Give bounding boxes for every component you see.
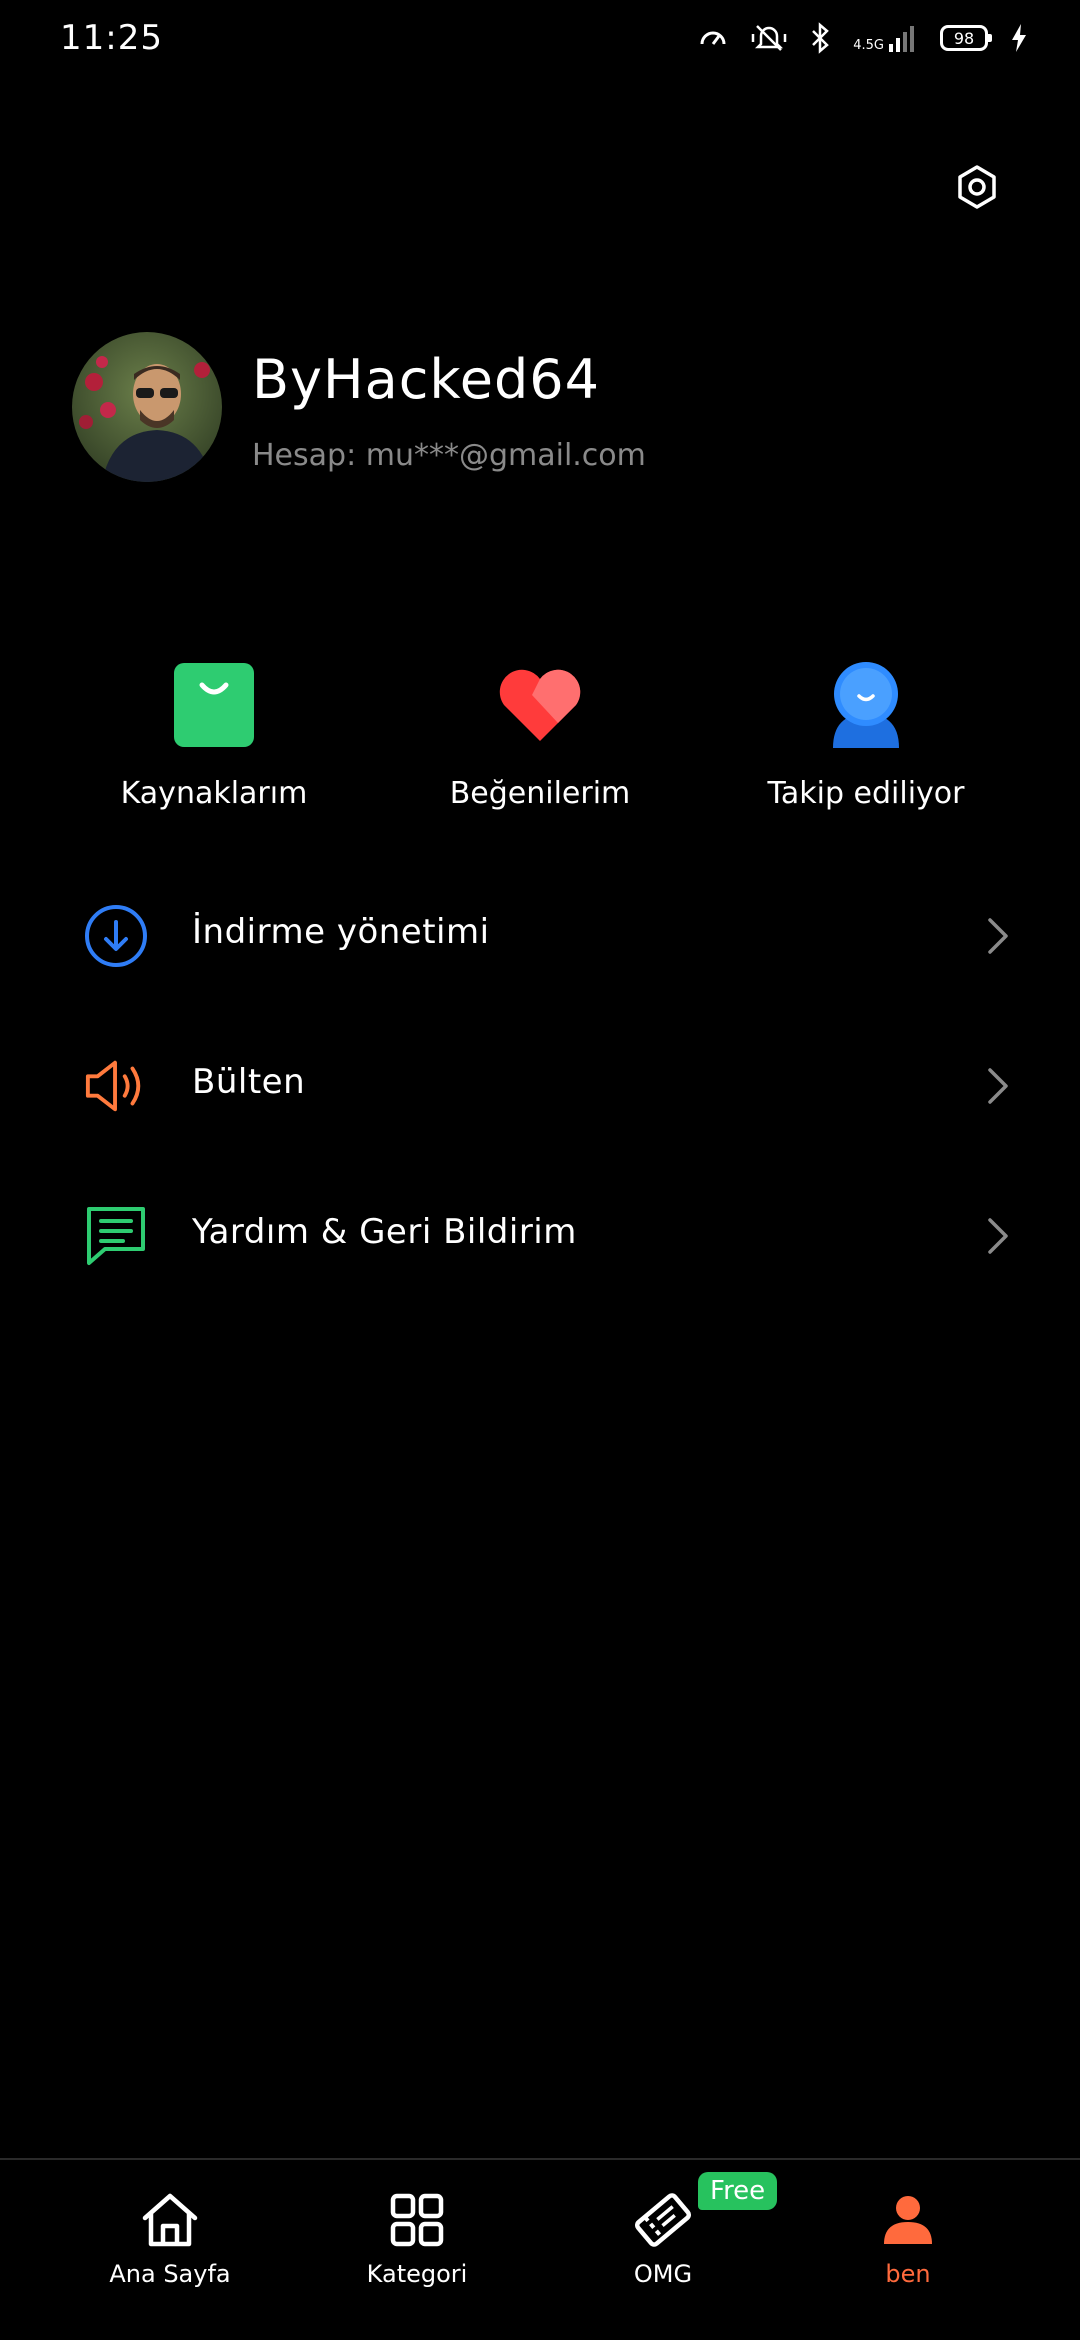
quick-action-likes[interactable]: Beğenilerim <box>390 660 690 811</box>
battery-icon: 98 <box>940 25 992 51</box>
nav-label: Kategori <box>366 2260 468 2288</box>
signal-group: 4.5G <box>853 24 918 52</box>
person-icon <box>821 660 911 750</box>
status-bar: 11:25 4.5G 98 <box>0 0 1080 80</box>
menu-item-bulletin[interactable]: Bülten <box>0 1010 1080 1160</box>
account-email: Hesap: mu***@gmail.com <box>252 438 646 473</box>
signal-icon <box>889 26 914 52</box>
menu-item-label: Bülten <box>192 1062 306 1102</box>
battery-level: 98 <box>953 28 975 48</box>
network-type-label: 4.5G <box>853 38 884 53</box>
person-icon <box>878 2190 938 2250</box>
menu-item-label: İndirme yönetimi <box>192 912 490 952</box>
gear-icon <box>958 165 996 209</box>
megaphone-icon <box>84 1054 148 1118</box>
menu-item-help-feedback[interactable]: Yardım & Geri Bildirim <box>0 1160 1080 1310</box>
nav-label: OMG <box>633 2260 693 2288</box>
menu-item-download-management[interactable]: İndirme yönetimi <box>0 860 1080 1010</box>
heart-icon <box>495 660 585 750</box>
download-icon <box>84 904 148 968</box>
profile-name[interactable]: ByHacked64 <box>252 348 600 411</box>
charging-icon <box>1010 23 1028 53</box>
grid-icon <box>387 2190 447 2250</box>
avatar[interactable] <box>72 332 222 482</box>
nav-me[interactable]: ben <box>808 2190 1008 2288</box>
speedometer-icon <box>697 22 729 54</box>
mute-vibrate-icon <box>751 22 787 54</box>
nav-label: Ana Sayfa <box>109 2260 231 2288</box>
ticket-icon <box>633 2190 693 2250</box>
shopping-bag-icon <box>169 660 259 750</box>
chevron-right-icon <box>988 918 1008 954</box>
chat-bubble-icon <box>84 1204 148 1268</box>
quick-action-label: Beğenilerim <box>449 776 631 811</box>
bottom-nav: Ana Sayfa Kategori OMG ben <box>0 2158 1080 2340</box>
nav-home[interactable]: Ana Sayfa <box>70 2190 270 2288</box>
nav-label: ben <box>885 2260 931 2288</box>
quick-action-following[interactable]: Takip ediliyor <box>716 660 1016 811</box>
settings-button[interactable] <box>950 160 1004 214</box>
quick-action-resources[interactable]: Kaynaklarım <box>64 660 364 811</box>
home-icon <box>140 2190 200 2250</box>
quick-action-label: Kaynaklarım <box>120 776 308 811</box>
menu-item-label: Yardım & Geri Bildirim <box>192 1212 577 1252</box>
nav-category[interactable]: Kategori <box>317 2190 517 2288</box>
status-icons: 4.5G 98 <box>697 22 1028 54</box>
bluetooth-icon <box>809 22 831 54</box>
status-time: 11:25 <box>60 18 163 58</box>
quick-action-label: Takip ediliyor <box>767 776 965 811</box>
free-badge: Free <box>698 2172 778 2210</box>
chevron-right-icon <box>988 1218 1008 1254</box>
quick-actions: Kaynaklarım Beğenilerim Takip ediliyor <box>0 660 1080 830</box>
chevron-right-icon <box>988 1068 1008 1104</box>
